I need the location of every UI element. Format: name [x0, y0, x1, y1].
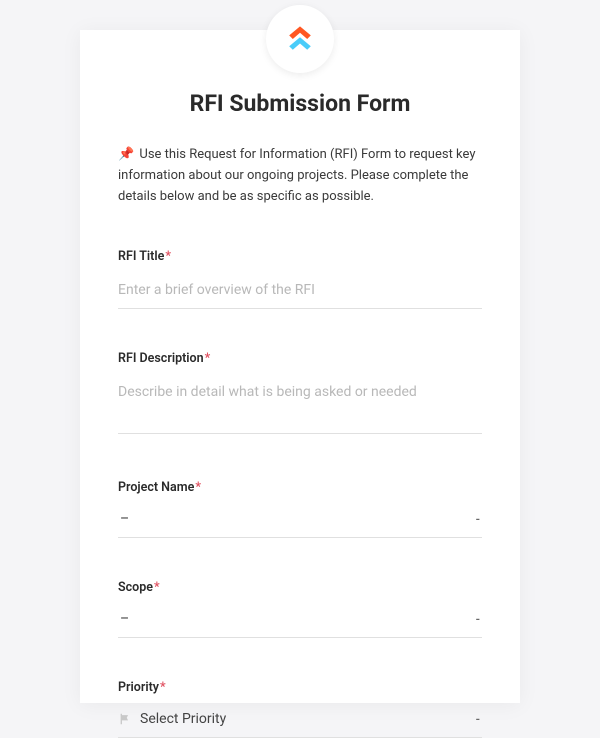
required-indicator: * — [160, 680, 166, 695]
intro-body: Use this Request for Information (RFI) F… — [118, 147, 475, 204]
priority-placeholder: Select Priority — [140, 711, 226, 727]
rfi-description-field: RFI Description* — [118, 351, 482, 438]
scope-select[interactable]: – - — [118, 607, 482, 638]
pin-icon: 📌 — [118, 147, 134, 162]
rfi-description-label: RFI Description* — [118, 351, 482, 366]
priority-label: Priority* — [118, 680, 482, 695]
required-indicator: * — [165, 249, 171, 264]
priority-field: Priority* Select Priority - — [118, 680, 482, 738]
priority-select[interactable]: Select Priority - — [118, 707, 482, 738]
rfi-description-input[interactable] — [118, 378, 482, 434]
form-card: RFI Submission Form 📌 Use this Request f… — [80, 30, 520, 703]
rfi-title-field: RFI Title* — [118, 249, 482, 309]
rfi-title-label: RFI Title* — [118, 249, 482, 264]
required-indicator: * — [154, 580, 160, 595]
intro-text: 📌 Use this Request for Information (RFI)… — [118, 145, 482, 207]
scope-field: Scope* – - — [118, 580, 482, 638]
dropdown-indicator-icon: - — [476, 512, 480, 526]
project-name-field: Project Name* – - — [118, 480, 482, 538]
form-title: RFI Submission Form — [118, 90, 482, 117]
project-name-label: Project Name* — [118, 480, 482, 495]
scope-label: Scope* — [118, 580, 482, 595]
required-indicator: * — [195, 480, 201, 495]
dropdown-indicator-icon: - — [476, 612, 480, 626]
project-name-value: – — [120, 511, 129, 527]
dropdown-indicator-icon: - — [476, 712, 480, 726]
scope-value: – — [120, 611, 129, 627]
clickup-logo-icon — [282, 21, 318, 57]
flag-icon — [118, 712, 132, 726]
logo-container — [266, 5, 334, 73]
required-indicator: * — [205, 351, 211, 366]
project-name-select[interactable]: – - — [118, 507, 482, 538]
rfi-title-input[interactable] — [118, 276, 482, 309]
